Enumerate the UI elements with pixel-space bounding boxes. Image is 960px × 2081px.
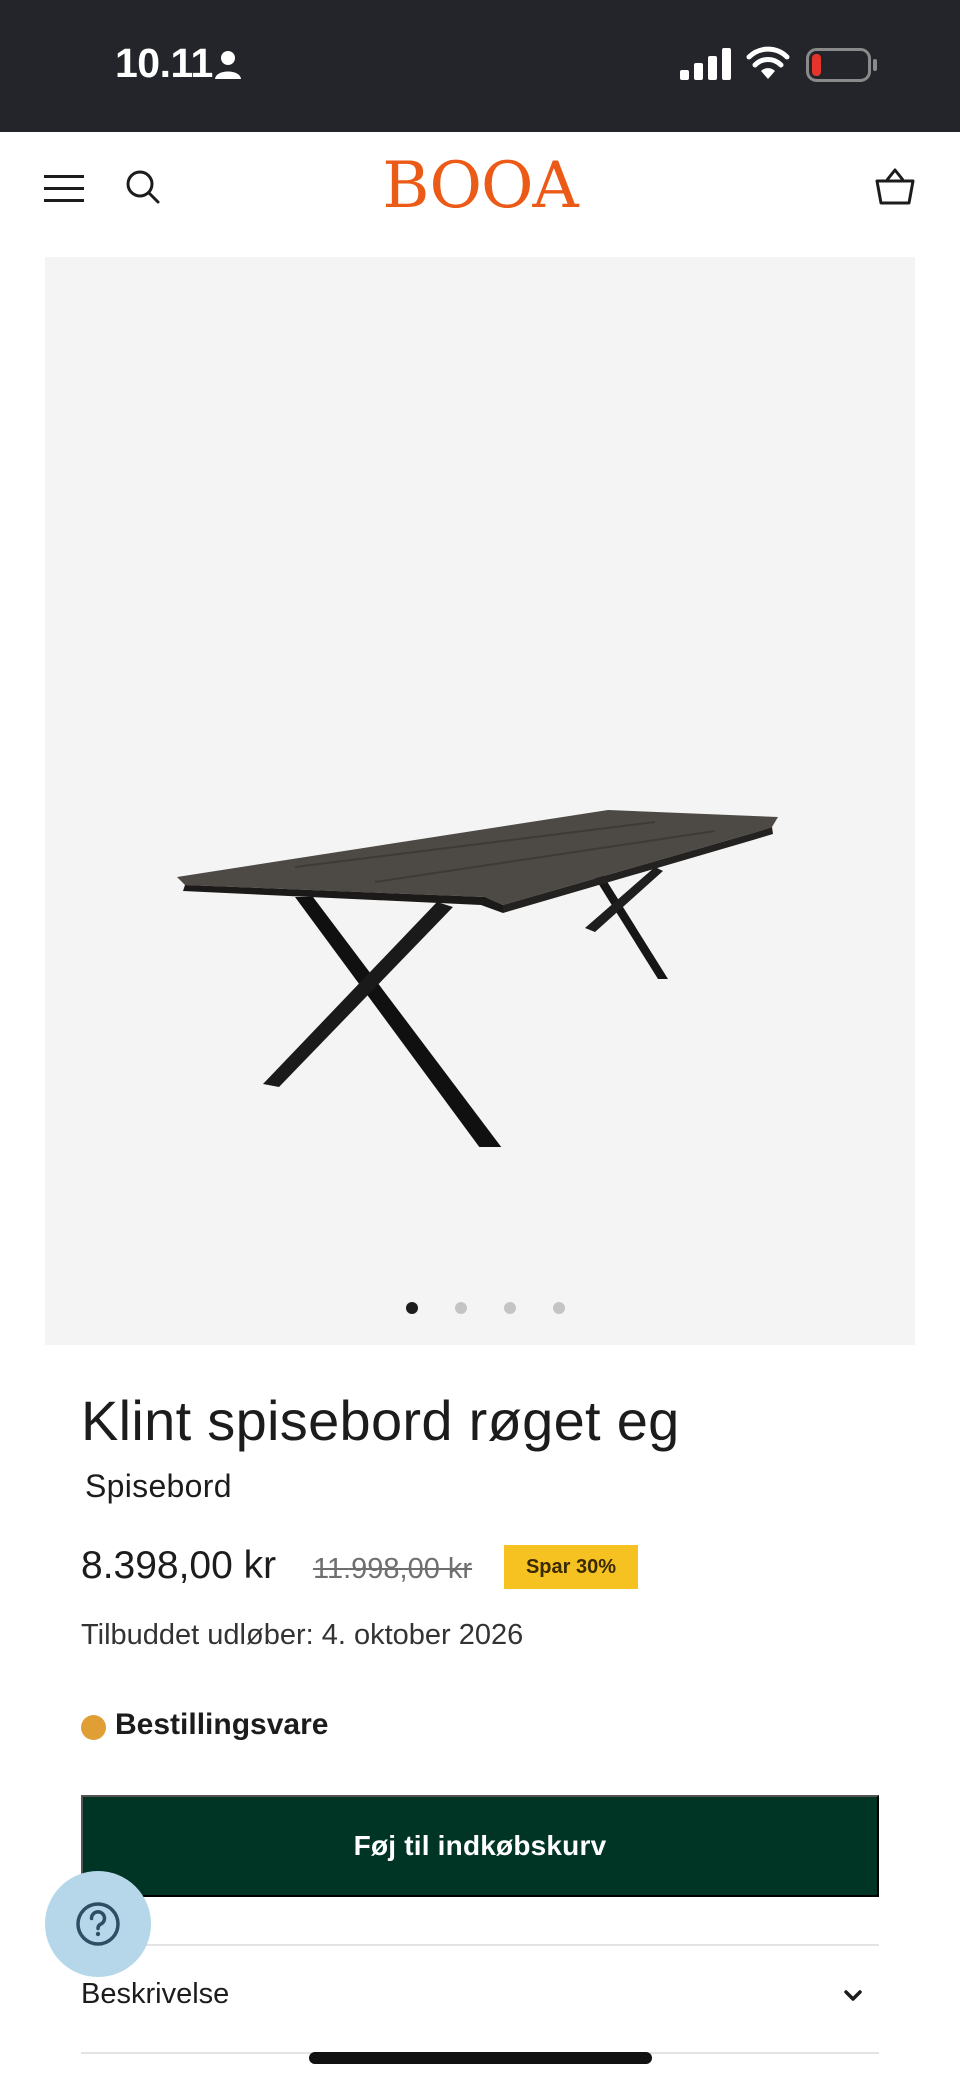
stock-status-dot [81,1715,106,1740]
home-indicator [309,2052,652,2064]
carousel-dots [45,1302,915,1322]
carousel-dot[interactable] [405,1302,418,1314]
product-image [177,810,778,1147]
add-to-cart-button[interactable]: Føj til indkøbskurv [81,1795,879,1897]
carousel-dot[interactable] [454,1302,467,1314]
product-title: Klint spisebord røget eg [81,1389,680,1452]
description-accordion-label[interactable]: Beskrivelse [81,1978,229,2011]
question-icon [76,1902,120,1946]
menu-icon[interactable] [44,172,86,204]
product-image-gallery[interactable] [45,257,915,1345]
product-category[interactable]: Spisebord [85,1468,232,1505]
wifi-icon [746,46,790,79]
offer-expiry: Tilbuddet udløber: 4. oktober 2026 [81,1619,524,1651]
sale-price: 8.398,00 kr [81,1544,277,1587]
status-time: 10.11 [115,40,213,86]
cart-icon[interactable] [874,166,916,206]
discount-badge: Spar 30% [504,1545,638,1589]
divider [81,1944,879,1946]
person-icon [215,51,241,79]
carousel-dot[interactable] [552,1302,565,1314]
help-button[interactable] [45,1871,151,1977]
stock-status: Bestillingsvare [115,1708,329,1741]
chevron-down-icon[interactable] [843,1989,863,2003]
search-icon[interactable] [124,168,162,206]
original-price: 11.998,00 kr [313,1553,473,1585]
battery-icon [806,48,877,82]
signal-icon [680,48,731,80]
site-header: BOOA [0,132,960,256]
brand-logo[interactable]: BOOA [380,154,580,218]
status-bar: 10.11 [0,0,960,132]
carousel-dot[interactable] [503,1302,516,1314]
